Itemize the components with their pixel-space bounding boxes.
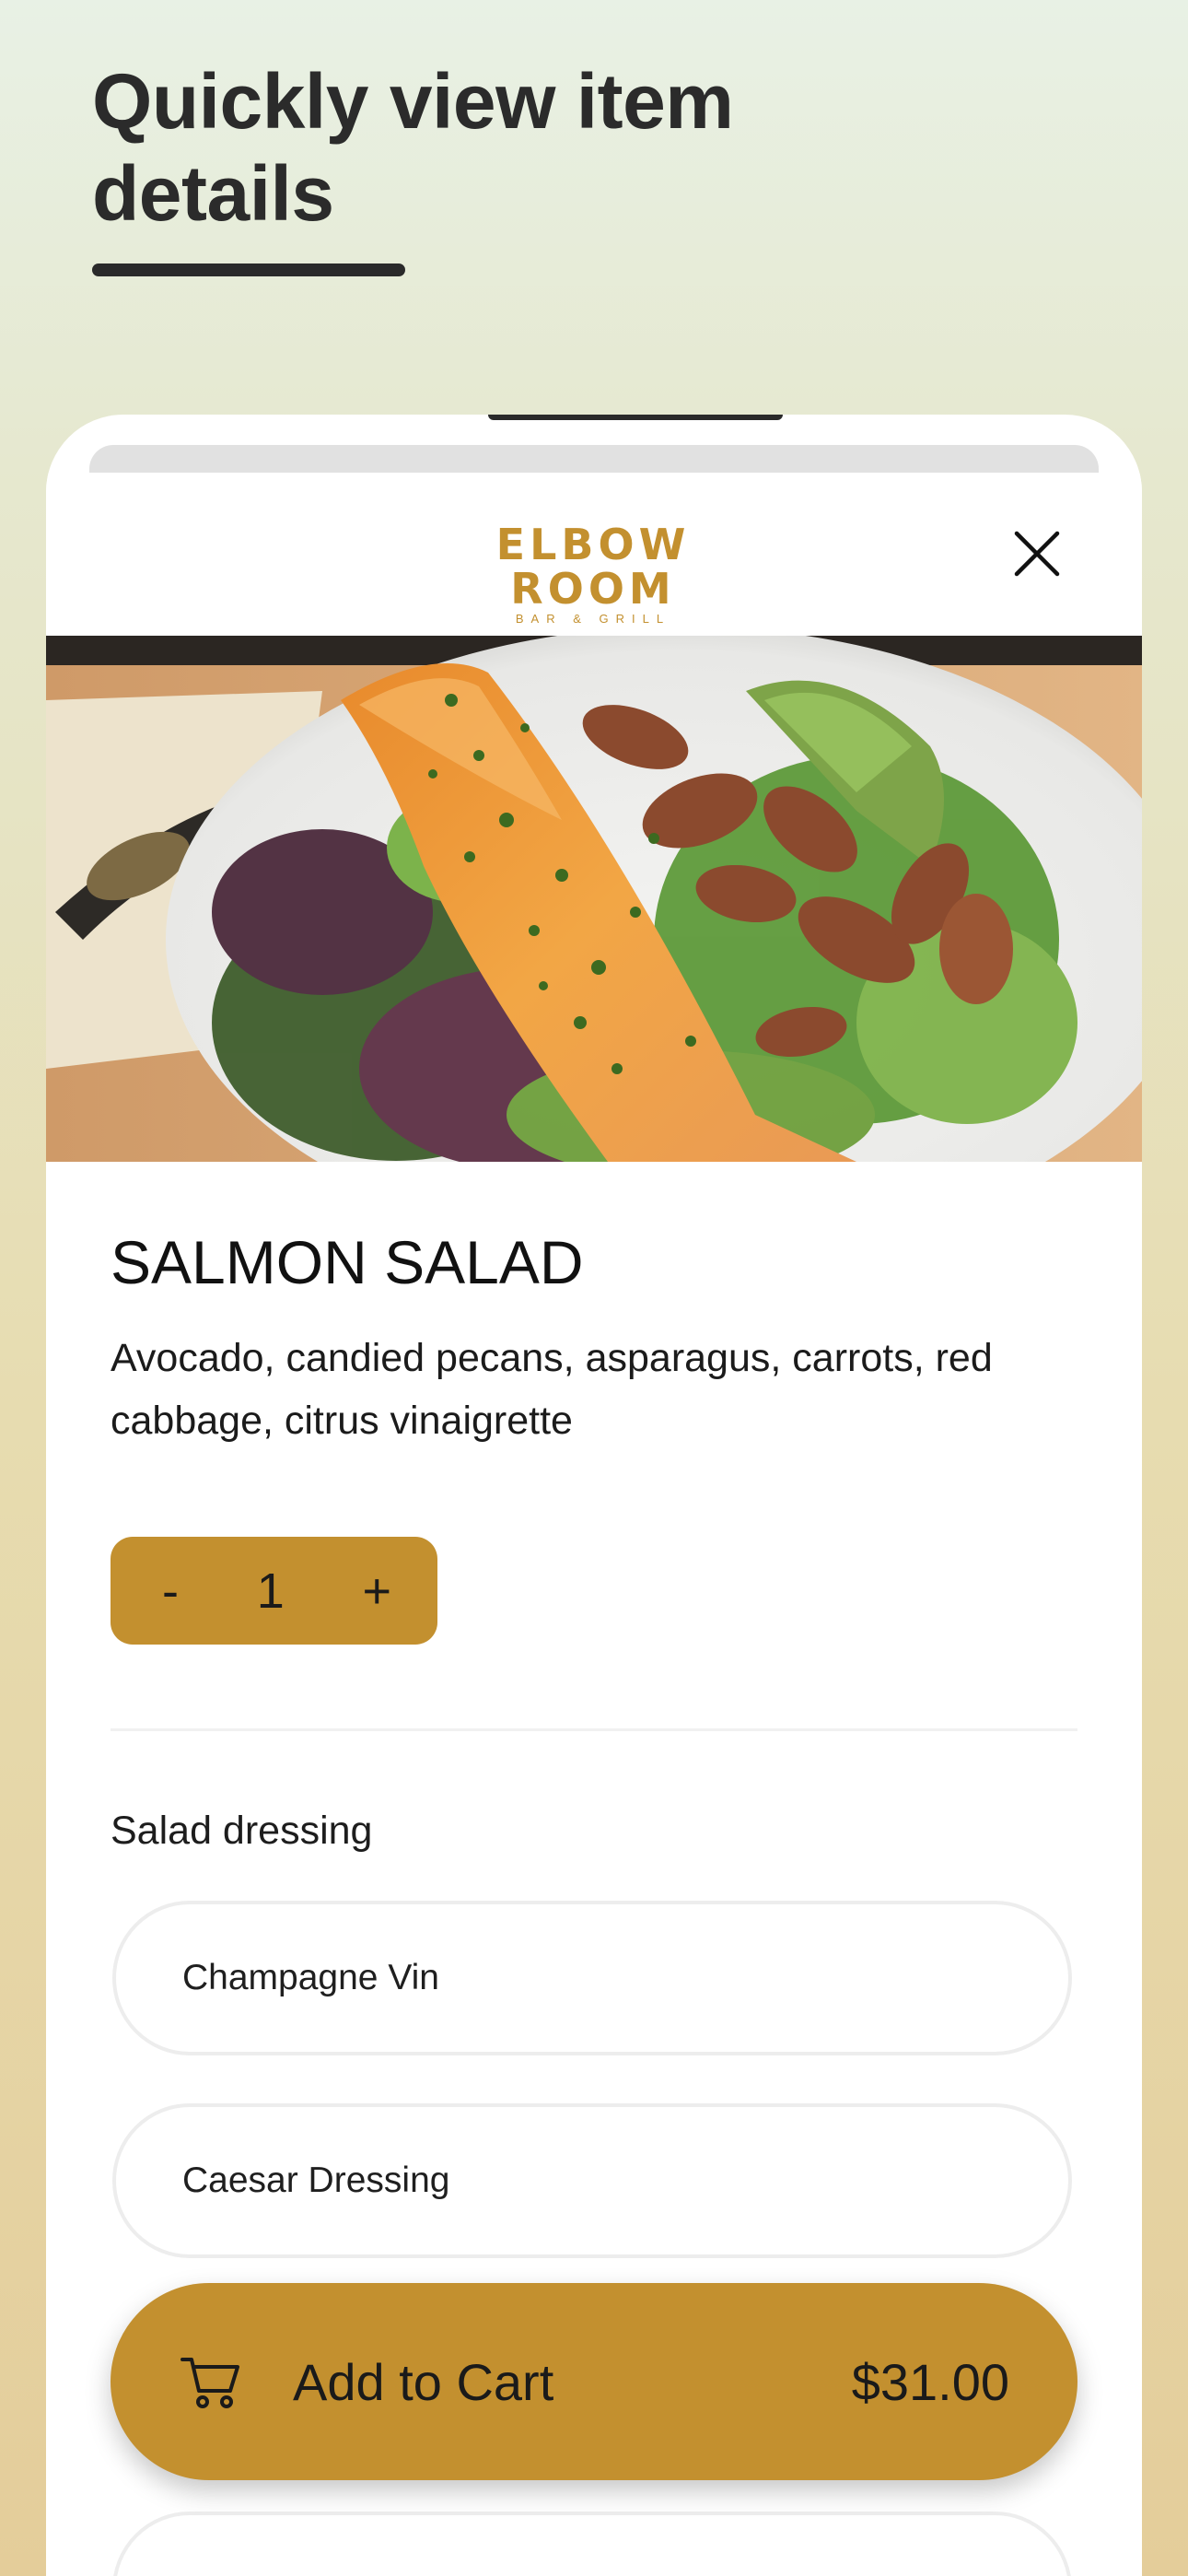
option-partial[interactable]: [112, 2512, 1072, 2576]
item-description: Avocado, candied pecans, asparagus, carr…: [111, 1336, 993, 1443]
promo-headline: Quickly view item details: [92, 58, 734, 237]
quantity-value: 1: [256, 1563, 285, 1619]
phone-screen: ELBOW ROOM BAR & GRILL SALMON SALAD Avoc…: [46, 415, 1142, 2576]
item-modal-header: ELBOW ROOM BAR & GRILL: [46, 473, 1142, 636]
increment-button[interactable]: +: [362, 1566, 391, 1616]
cart-icon: [181, 2358, 239, 2408]
cart-price: $31.00: [851, 2352, 1009, 2411]
headline-underline: [92, 263, 405, 276]
close-icon: [1014, 531, 1060, 577]
promo-header: Quickly view item details: [92, 55, 847, 276]
dressing-section-title: Salad dressing: [111, 1809, 373, 1853]
option-caesar-dressing[interactable]: Caesar Dressing: [112, 2103, 1072, 2258]
brand-logo: ELBOW ROOM BAR & GRILL: [464, 522, 722, 626]
decrement-button[interactable]: -: [162, 1566, 179, 1616]
section-divider: [111, 1728, 1077, 1731]
brand-name: ELBOW ROOM: [495, 520, 691, 614]
option-champagne-vin[interactable]: Champagne Vin: [112, 1901, 1072, 2055]
item-name: SALMON SALAD: [111, 1228, 584, 1296]
quantity-stepper[interactable]: - 1 +: [111, 1537, 437, 1645]
item-photo: [46, 636, 1142, 1162]
option-label: Caesar Dressing: [182, 2160, 450, 2200]
add-to-cart-label: Add to Cart: [293, 2352, 554, 2411]
close-button[interactable]: [1011, 528, 1063, 580]
brand-tagline: BAR & GRILL: [515, 612, 671, 626]
option-label: Champagne Vin: [182, 1958, 439, 1997]
phone-notch: [488, 415, 783, 420]
add-to-cart-button[interactable]: Add to Cart $31.00: [111, 2283, 1077, 2480]
